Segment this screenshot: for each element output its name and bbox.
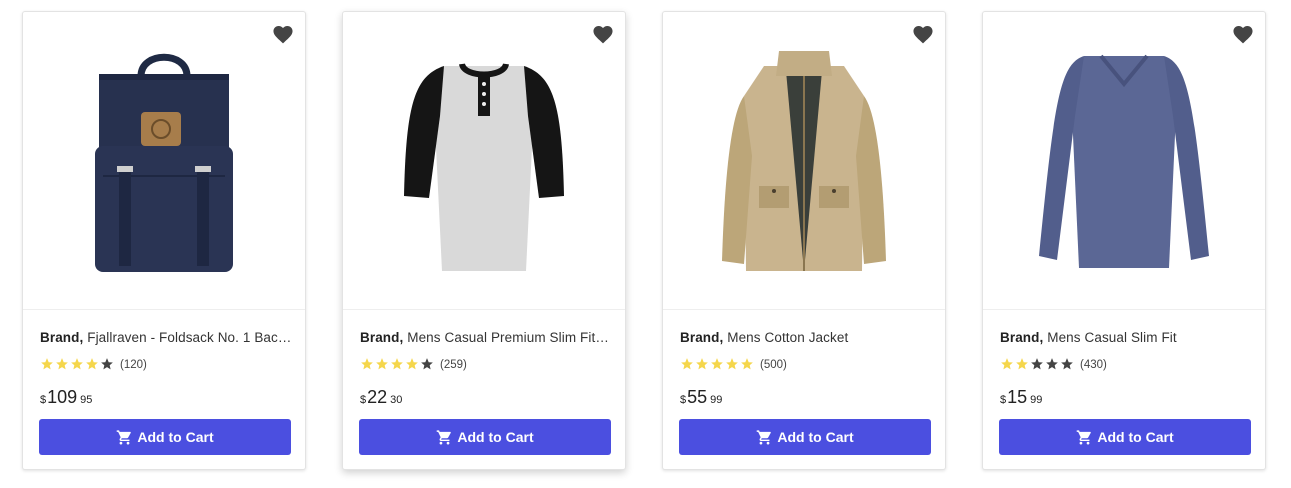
- product-name: Mens Casual Premium Slim Fit T-Shirts: [407, 330, 612, 345]
- product-rating: (120): [40, 357, 147, 373]
- star-icon: [70, 357, 84, 371]
- product-title[interactable]: Brand, Mens Cotton Jacket: [680, 330, 932, 345]
- add-to-cart-button[interactable]: Add to Cart: [999, 419, 1251, 455]
- product-price: $ 55 99: [680, 387, 722, 409]
- star-icon: [40, 357, 54, 371]
- product-grid: Brand, Fjallraven - Foldsack No. 1 Backp…: [0, 0, 1291, 488]
- price-currency: $: [360, 394, 367, 406]
- product-title[interactable]: Brand, Fjallraven - Foldsack No. 1 Backp…: [40, 330, 292, 345]
- star-icon: [375, 357, 389, 371]
- add-to-cart-button[interactable]: Add to Cart: [679, 419, 931, 455]
- product-image[interactable]: [663, 12, 945, 310]
- add-to-cart-label: Add to Cart: [1097, 429, 1174, 445]
- star-rating: [1000, 357, 1075, 374]
- star-icon: [85, 357, 99, 371]
- review-count: (500): [760, 359, 787, 371]
- product-rating: (259): [360, 357, 467, 373]
- add-to-cart-label: Add to Cart: [777, 429, 854, 445]
- backpack-image: [95, 53, 233, 272]
- shopping-cart-icon: [756, 429, 773, 446]
- henley-shirt-image: [404, 62, 564, 271]
- add-to-cart-button[interactable]: Add to Cart: [359, 419, 611, 455]
- star-icon: [420, 357, 434, 371]
- star-icon: [405, 357, 419, 371]
- price-main: 15: [1007, 387, 1028, 407]
- product-brand: Brand,: [360, 330, 404, 345]
- product-image[interactable]: [983, 12, 1265, 310]
- product-card[interactable]: Brand, Mens Casual Premium Slim Fit T-Sh…: [342, 11, 626, 470]
- product-rating: (430): [1000, 357, 1107, 373]
- star-icon: [360, 357, 374, 371]
- shopping-cart-icon: [116, 429, 133, 446]
- add-to-cart-label: Add to Cart: [457, 429, 534, 445]
- product-title[interactable]: Brand, Mens Casual Premium Slim Fit T-Sh…: [360, 330, 612, 345]
- price-cents: 99: [710, 394, 723, 406]
- jacket-image: [722, 50, 886, 271]
- product-name: Mens Casual Slim Fit: [1047, 330, 1177, 345]
- add-to-cart-button[interactable]: Add to Cart: [39, 419, 291, 455]
- shopping-cart-icon: [1076, 429, 1093, 446]
- star-rating: [680, 357, 755, 374]
- star-icon: [695, 357, 709, 371]
- price-main: 55: [687, 387, 708, 407]
- star-icon: [710, 357, 724, 371]
- review-count: (430): [1080, 359, 1107, 371]
- product-image[interactable]: [23, 12, 305, 310]
- star-icon: [1045, 357, 1059, 371]
- product-card[interactable]: Brand, Mens Cotton Jacket (500) $ 55 99 …: [662, 11, 946, 470]
- long-sleeve-tee-image: [1039, 54, 1209, 268]
- price-currency: $: [680, 394, 687, 406]
- product-title[interactable]: Brand, Mens Casual Slim Fit: [1000, 330, 1252, 345]
- add-to-cart-label: Add to Cart: [137, 429, 214, 445]
- product-name: Fjallraven - Foldsack No. 1 Backpack, Fi…: [87, 330, 292, 345]
- star-icon: [680, 357, 694, 371]
- price-currency: $: [1000, 394, 1007, 406]
- star-rating: [40, 357, 115, 374]
- product-card[interactable]: Brand, Fjallraven - Foldsack No. 1 Backp…: [22, 11, 306, 470]
- star-icon: [1015, 357, 1029, 371]
- price-cents: 30: [390, 394, 403, 406]
- star-icon: [725, 357, 739, 371]
- review-count: (259): [440, 359, 467, 371]
- product-price: $ 15 99: [1000, 387, 1042, 409]
- price-cents: 99: [1030, 394, 1043, 406]
- star-rating: [360, 357, 435, 374]
- star-icon: [390, 357, 404, 371]
- price-main: 109: [47, 387, 78, 407]
- star-icon: [1030, 357, 1044, 371]
- product-rating: (500): [680, 357, 787, 373]
- price-cents: 95: [80, 394, 93, 406]
- product-brand: Brand,: [680, 330, 724, 345]
- star-icon: [55, 357, 69, 371]
- product-card[interactable]: Brand, Mens Casual Slim Fit (430) $ 15 9…: [982, 11, 1266, 470]
- product-price: $ 22 30: [360, 387, 402, 409]
- product-name: Mens Cotton Jacket: [727, 330, 849, 345]
- star-icon: [740, 357, 754, 371]
- star-icon: [100, 357, 114, 371]
- product-brand: Brand,: [40, 330, 84, 345]
- product-image[interactable]: [343, 12, 625, 310]
- product-price: $ 109 95: [40, 387, 92, 409]
- star-icon: [1000, 357, 1014, 371]
- price-main: 22: [367, 387, 388, 407]
- review-count: (120): [120, 359, 147, 371]
- star-icon: [1060, 357, 1074, 371]
- shopping-cart-icon: [436, 429, 453, 446]
- price-currency: $: [40, 394, 47, 406]
- product-brand: Brand,: [1000, 330, 1044, 345]
